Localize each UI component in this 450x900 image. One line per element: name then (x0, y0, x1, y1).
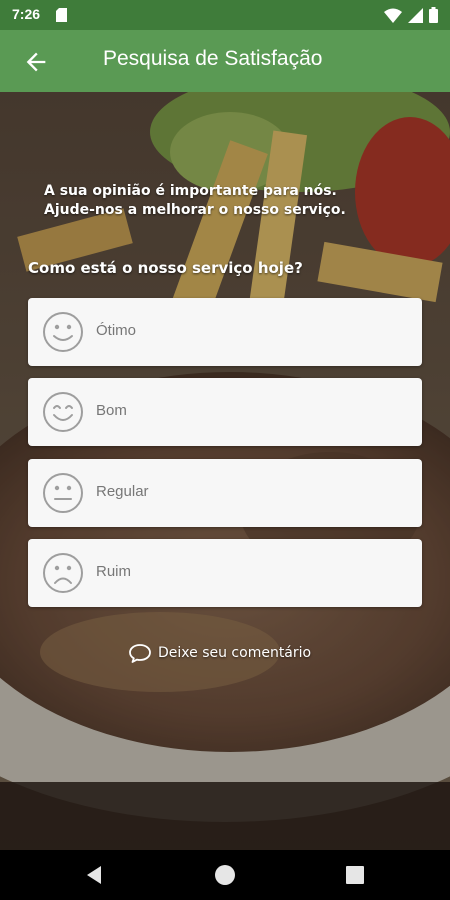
status-icons (384, 7, 438, 23)
option-otimo-button[interactable]: Ótimo (28, 298, 422, 366)
status-bar: 7:26 (0, 0, 450, 30)
intro-text: A sua opinião é importante para nós. Aju… (44, 182, 424, 220)
option-label: Regular (96, 483, 149, 500)
nav-back-icon[interactable] (82, 862, 108, 888)
option-ruim-button[interactable]: Ruim (28, 539, 422, 607)
survey-question: Como está o nosso serviço hoje? (28, 259, 303, 277)
sd-card-icon (56, 8, 67, 22)
option-bom-button[interactable]: Bom (28, 378, 422, 446)
app-bar: Pesquisa de Satisfação (0, 30, 450, 92)
comment-bubble-icon (129, 644, 151, 663)
nav-home-icon[interactable] (212, 862, 238, 888)
status-time: 7:26 (12, 6, 41, 22)
page-title: Pesquisa de Satisfação (103, 47, 323, 70)
option-label: Ótimo (96, 322, 137, 339)
back-arrow-icon[interactable] (22, 48, 50, 76)
sad-face-icon (43, 553, 83, 593)
neutral-face-icon (43, 473, 83, 513)
option-regular-button[interactable]: Regular (28, 459, 422, 527)
system-nav-bar (0, 850, 450, 900)
option-label: Bom (96, 402, 127, 419)
leave-comment-link[interactable]: Deixe seu comentário (128, 642, 311, 664)
option-label: Ruim (96, 563, 132, 580)
nav-recents-icon[interactable] (342, 862, 368, 888)
leave-comment-label: Deixe seu comentário (158, 645, 312, 661)
wifi-icon (384, 8, 402, 23)
signal-icon (408, 7, 423, 23)
very-happy-face-icon (43, 312, 83, 352)
intro-line-2: Ajude-nos a melhorar o nosso serviço. (44, 202, 346, 218)
battery-icon (429, 7, 438, 23)
survey-screen: A sua opinião é importante para nós. Aju… (0, 92, 450, 850)
happy-face-icon (43, 392, 83, 432)
intro-line-1: A sua opinião é importante para nós. (44, 183, 337, 199)
